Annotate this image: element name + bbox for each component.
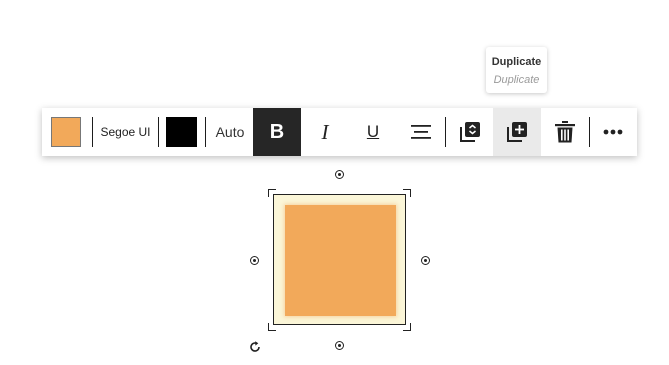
- corner-resize-handle[interactable]: [403, 189, 411, 197]
- font-family-dropdown[interactable]: Segoe UI: [94, 108, 157, 156]
- floating-toolbar: Segoe UI Auto B I U: [42, 108, 637, 156]
- text-align-button[interactable]: [397, 108, 445, 156]
- toolbar-divider: [92, 117, 93, 147]
- more-options-icon: [603, 129, 623, 135]
- align-center-icon: [411, 125, 431, 139]
- tooltip-subtitle: Duplicate: [493, 74, 540, 86]
- underline-label: U: [366, 122, 380, 141]
- rotate-handle-icon[interactable]: [248, 340, 262, 354]
- toolbar-divider: [158, 117, 159, 147]
- arrange-button[interactable]: [446, 108, 493, 156]
- bottom-resize-handle[interactable]: [335, 341, 344, 350]
- italic-button[interactable]: I: [301, 108, 349, 156]
- tooltip-title: Duplicate: [491, 56, 542, 68]
- arrange-layers-icon: [459, 122, 480, 142]
- corner-resize-handle[interactable]: [268, 323, 276, 331]
- bold-button[interactable]: B: [253, 108, 301, 156]
- underline-button[interactable]: U: [349, 108, 397, 156]
- font-color-button[interactable]: [166, 117, 197, 147]
- delete-button[interactable]: [541, 108, 589, 156]
- duplicate-button[interactable]: [493, 108, 541, 156]
- duplicate-icon: [507, 122, 527, 142]
- trash-icon: [555, 121, 575, 143]
- duplicate-tooltip: Duplicate Duplicate: [486, 47, 547, 93]
- left-resize-handle[interactable]: [250, 256, 259, 265]
- font-size-dropdown[interactable]: Auto: [208, 108, 252, 156]
- bold-label: B: [269, 120, 285, 143]
- selection-frame[interactable]: [273, 194, 406, 325]
- more-options-button[interactable]: [589, 108, 637, 156]
- corner-resize-handle[interactable]: [403, 323, 411, 331]
- orange-square-shape[interactable]: [285, 205, 396, 316]
- fill-color-button[interactable]: [51, 117, 81, 147]
- corner-resize-handle[interactable]: [268, 189, 276, 197]
- top-resize-handle[interactable]: [335, 170, 344, 179]
- italic-label: I: [321, 119, 329, 144]
- toolbar-divider: [205, 117, 206, 147]
- right-resize-handle[interactable]: [421, 256, 430, 265]
